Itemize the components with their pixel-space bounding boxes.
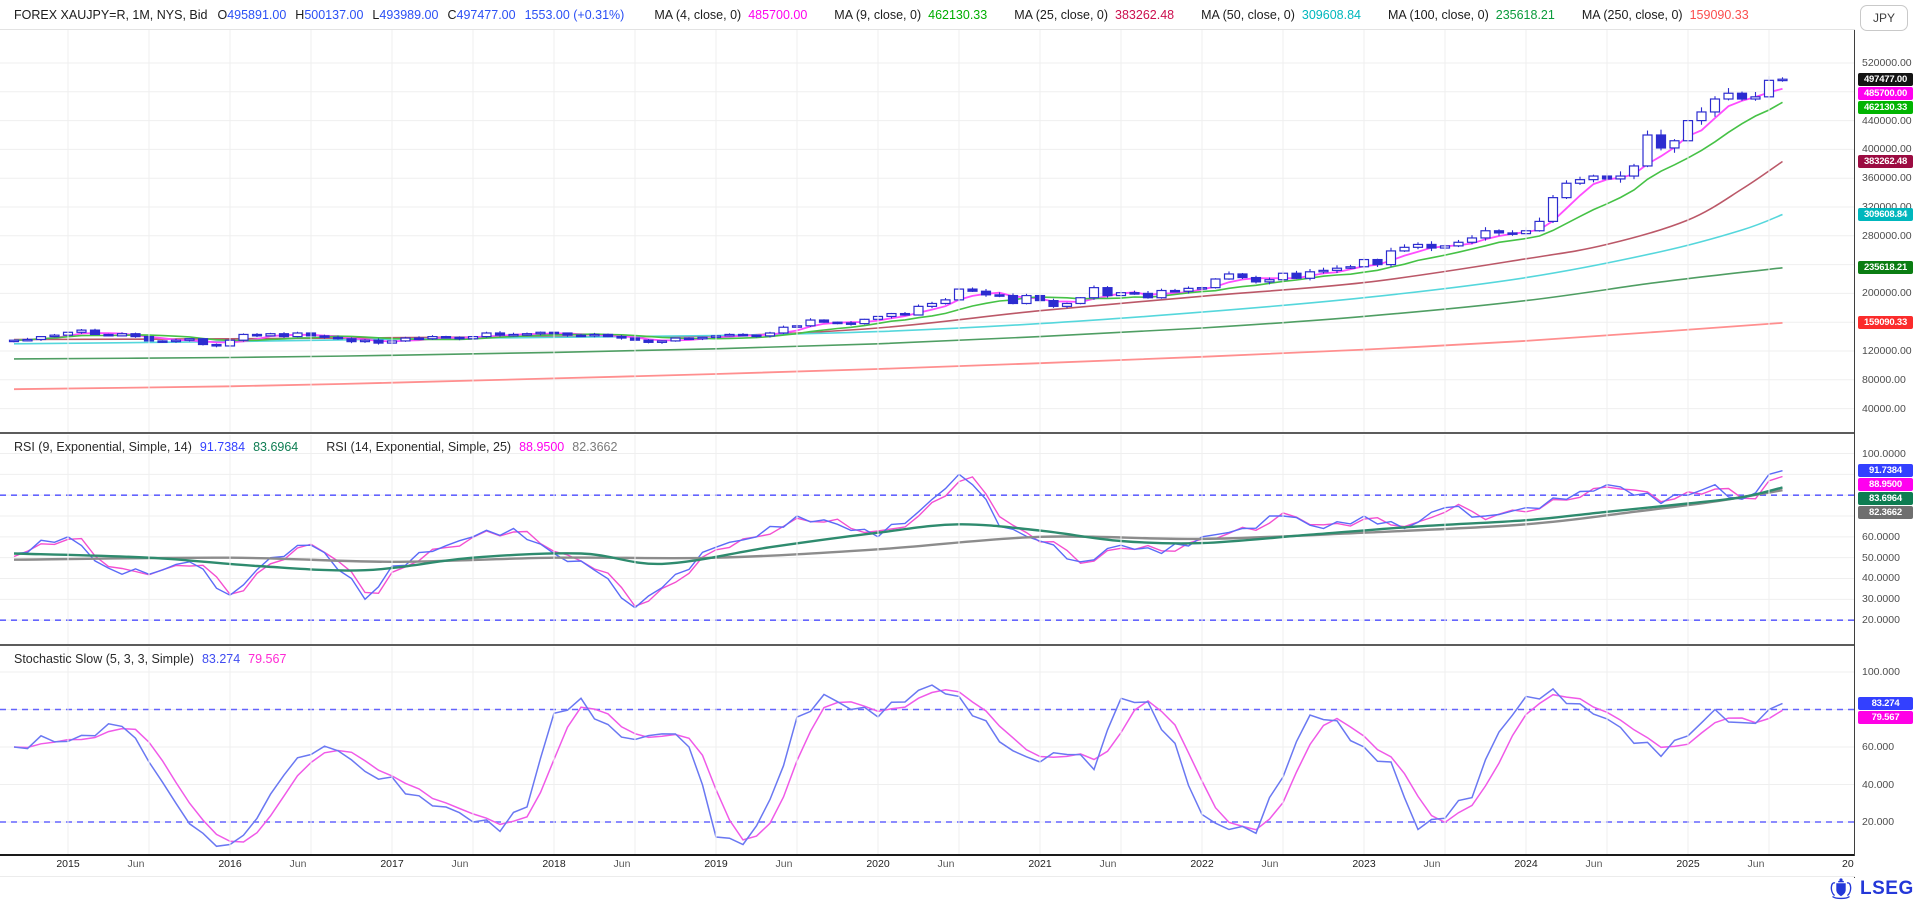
year-label: 2023	[1352, 858, 1375, 870]
month-label: Jun	[938, 858, 955, 870]
month-label: Jun	[452, 858, 469, 870]
lseg-logo: LSEG	[1828, 876, 1914, 902]
axis-tick-label: 100.0000	[1862, 449, 1906, 460]
year-label: 2017	[380, 858, 403, 870]
year-label: 2022	[1190, 858, 1213, 870]
axis-tick-label: 400000.00	[1862, 144, 1912, 155]
price-badge: 159090.33	[1858, 316, 1913, 329]
month-label: Jun	[1262, 858, 1279, 870]
month-label: Jun	[1424, 858, 1441, 870]
axis-tick-label: 360000.00	[1862, 173, 1912, 184]
axis-tick-label: 440000.00	[1862, 116, 1912, 127]
rsi-legend: RSI (9, Exponential, Simple, 14) 91.7384 8…	[14, 440, 617, 454]
month-label: Jun	[1586, 858, 1603, 870]
axis-tick-label: 20.0000	[1862, 615, 1900, 626]
panel-divider[interactable]	[0, 644, 1855, 646]
price-badge: 383262.48	[1858, 155, 1913, 168]
year-label: 2025	[1676, 858, 1699, 870]
axis-tick-label: 280000.00	[1862, 231, 1912, 242]
lseg-crest-icon	[1828, 876, 1854, 902]
year-label: 2015	[56, 858, 79, 870]
year-label: 2016	[218, 858, 241, 870]
price-badge: 83.274	[1858, 697, 1913, 710]
indicator-label: RSI (9, Exponential, Simple, 14)	[14, 440, 192, 454]
axis-tick-label: 50.0000	[1862, 553, 1900, 564]
price-badge: 82.3662	[1858, 506, 1913, 519]
price-badge: 309608.84	[1858, 208, 1913, 221]
year-label: 2019	[704, 858, 727, 870]
axis-tick-label: 30.0000	[1862, 594, 1900, 605]
year-label: 2020	[866, 858, 889, 870]
indicator-value: 79.567	[248, 652, 286, 666]
axis-tick-label: 200000.00	[1862, 288, 1912, 299]
year-label-partial: 20	[1842, 858, 1856, 870]
axis-tick-label: 80000.00	[1862, 375, 1906, 386]
indicator-value: 91.7384	[200, 440, 245, 454]
month-label: Jun	[1748, 858, 1765, 870]
indicator-label: Stochastic Slow (5, 3, 3, Simple)	[14, 652, 194, 666]
month-label: Jun	[776, 858, 793, 870]
price-badge: 485700.00	[1858, 87, 1913, 100]
month-label: Jun	[290, 858, 307, 870]
month-label: Jun	[128, 858, 145, 870]
axis-tick-label: 40.0000	[1862, 573, 1900, 584]
axis-tick-label: 120000.00	[1862, 346, 1912, 357]
stochastic-legend: Stochastic Slow (5, 3, 3, Simple) 83.274 7…	[14, 652, 286, 666]
axis-tick-label: 40.000	[1862, 780, 1894, 791]
axis-tick-label: 520000.00	[1862, 58, 1912, 69]
axis-tick-label: 20.000	[1862, 817, 1894, 828]
price-badge: 79.567	[1858, 711, 1913, 724]
axis-tick-label: 60.000	[1862, 742, 1894, 753]
panel-divider[interactable]	[0, 432, 1855, 434]
indicator-value: 82.3662	[572, 440, 617, 454]
axis-tick-label: 40000.00	[1862, 404, 1906, 415]
chart-application: FOREX XAUJPY=R, 1M, NYS, Bid O495891.00H…	[0, 0, 1916, 905]
price-axis[interactable]: JPY 520000.00 440000.00 400000.00 360000.00…	[1855, 0, 1916, 905]
month-label: Jun	[614, 858, 631, 870]
time-axis[interactable]: 2015 Jun 2016 Jun 2017 Jun 2018 Jun 2019 Jun 2020 J…	[0, 856, 1855, 877]
price-badge: 83.6964	[1858, 492, 1913, 505]
indicator-value: 83.274	[202, 652, 240, 666]
price-badge: 497477.00	[1858, 73, 1913, 86]
indicator-value: 83.6964	[253, 440, 298, 454]
year-label: 2018	[542, 858, 565, 870]
price-badge: 88.9500	[1858, 478, 1913, 491]
price-badge: 91.7384	[1858, 464, 1913, 477]
axis-tick-label: 100.000	[1862, 667, 1900, 678]
indicator-value: 88.9500	[519, 440, 564, 454]
price-badge: 462130.33	[1858, 101, 1913, 114]
month-label: Jun	[1100, 858, 1117, 870]
axis-tick-label: 60.0000	[1862, 532, 1900, 543]
year-label: 2021	[1028, 858, 1051, 870]
currency-tab[interactable]: JPY	[1860, 5, 1908, 31]
indicator-label: RSI (14, Exponential, Simple, 25)	[326, 440, 511, 454]
year-label: 2024	[1514, 858, 1537, 870]
lseg-wordmark: LSEG	[1860, 878, 1914, 900]
price-badge: 235618.21	[1858, 261, 1913, 274]
